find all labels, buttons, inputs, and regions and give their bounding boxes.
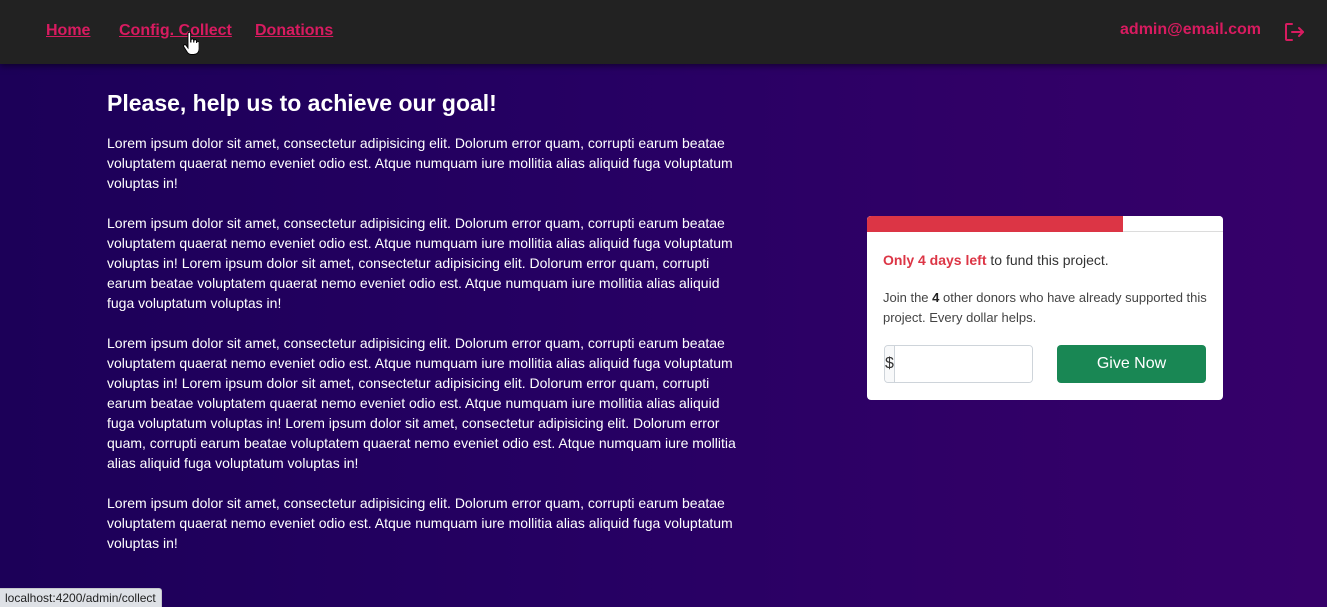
nav-link-home[interactable]: Home bbox=[46, 22, 90, 40]
paragraph: Lorem ipsum dolor sit amet, consectetur … bbox=[107, 335, 736, 471]
top-navbar: Home Config. Collect Donations admin@ema… bbox=[0, 0, 1327, 64]
page-title: Please, help us to achieve our goal! bbox=[107, 90, 497, 116]
currency-symbol: $ bbox=[885, 346, 895, 382]
funding-progress-fill bbox=[867, 216, 1124, 232]
paragraph: Lorem ipsum dolor sit amet, consectetur … bbox=[107, 135, 733, 191]
give-now-button[interactable]: Give Now bbox=[1057, 345, 1206, 383]
donors-text: Join the 4 other donors who have already… bbox=[883, 288, 1213, 328]
days-left-highlight: Only 4 days left bbox=[883, 252, 987, 268]
nav-link-config-collect[interactable]: Config. Collect bbox=[119, 22, 232, 40]
hand-cursor-icon bbox=[183, 32, 199, 55]
nav-link-donations[interactable]: Donations bbox=[255, 22, 333, 40]
funding-progress-bar bbox=[867, 216, 1223, 232]
days-left-suffix: to fund this project. bbox=[986, 252, 1109, 268]
main-content: Please, help us to achieve our goal! Lor… bbox=[107, 90, 747, 573]
donors-prefix: Join the bbox=[883, 290, 933, 305]
donation-amount-group: $ bbox=[884, 345, 1033, 383]
donation-card-body: Only 4 days left to fund this project. J… bbox=[883, 252, 1213, 328]
donation-amount-input[interactable] bbox=[894, 346, 1032, 382]
donation-card: Only 4 days left to fund this project. J… bbox=[867, 216, 1223, 400]
user-email: admin@email.com bbox=[1120, 21, 1261, 38]
paragraph: Lorem ipsum dolor sit amet, consectetur … bbox=[107, 215, 733, 311]
browser-status-url: localhost:4200/admin/collect bbox=[0, 588, 162, 607]
days-left-text: Only 4 days left to fund this project. bbox=[883, 252, 1213, 268]
logout-icon[interactable] bbox=[1283, 21, 1305, 43]
paragraph: Lorem ipsum dolor sit amet, consectetur … bbox=[107, 495, 733, 551]
